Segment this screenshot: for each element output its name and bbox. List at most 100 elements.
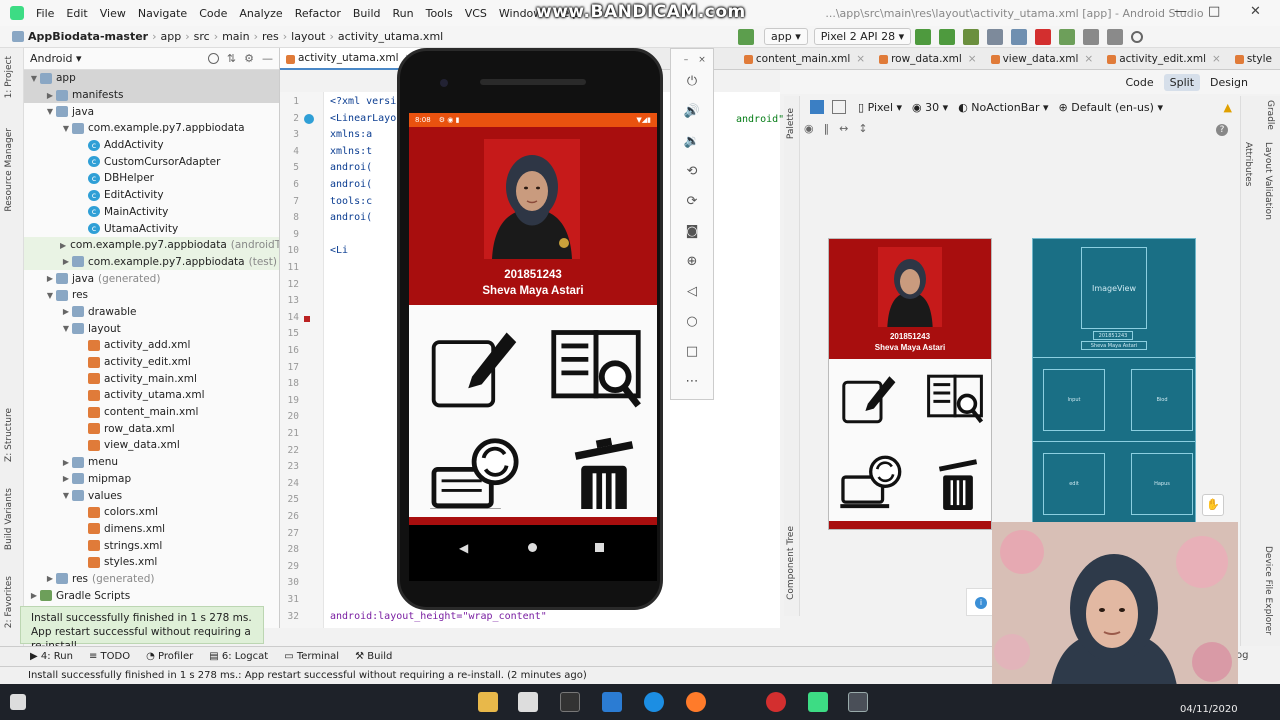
code-line[interactable]: androi( <box>330 162 372 173</box>
tab-build[interactable]: ⚒ Build <box>355 651 392 662</box>
module-select[interactable]: app ▾ <box>764 28 808 45</box>
tab-content-main[interactable]: content_main.xml × <box>738 48 873 70</box>
horizontal-resize-icon[interactable]: ↔ <box>839 122 848 135</box>
menu-run[interactable]: Run <box>387 7 420 20</box>
tree-item[interactable]: ▼ com.example.py7.appbiodata <box>24 120 279 137</box>
bandicam-icon[interactable] <box>766 692 786 712</box>
code-line[interactable]: xmlns:t <box>330 146 372 157</box>
code-line[interactable]: android:layout_height="wrap_content" <box>330 611 547 622</box>
chevron-down-icon[interactable]: ▼ <box>44 291 56 300</box>
tree-item[interactable]: ▶ manifests <box>24 86 279 104</box>
tree-item[interactable]: activity_edit.xml <box>24 354 279 371</box>
chevron-right-icon[interactable]: ▶ <box>60 241 66 250</box>
side-tab-gradle[interactable]: Gradle <box>1265 100 1275 130</box>
tree-item[interactable]: strings.xml <box>24 537 279 554</box>
gear-icon[interactable]: ⚙ <box>244 52 254 65</box>
tree-item[interactable]: styles.xml <box>24 554 279 571</box>
chevron-right-icon[interactable]: ▶ <box>60 307 72 316</box>
menu-build[interactable]: Build <box>347 7 387 20</box>
menu-edit-button[interactable] <box>421 425 531 509</box>
chevron-right-icon[interactable]: ▶ <box>60 458 72 467</box>
menu-tools[interactable]: Tools <box>420 7 459 20</box>
layout-marker-icon[interactable] <box>304 114 314 124</box>
tree-item[interactable]: c CustomCursorAdapter <box>24 153 279 170</box>
device-select[interactable]: ▯ Pixel ▾ <box>858 101 902 114</box>
menu-edit[interactable]: Edit <box>60 7 93 20</box>
rotate-left-icon[interactable]: ⟲ <box>683 163 701 181</box>
hammer-icon[interactable] <box>738 28 754 45</box>
breadcrumb-res[interactable]: res <box>262 30 279 43</box>
breadcrumb-layout[interactable]: layout <box>291 30 325 43</box>
tree-item[interactable]: content_main.xml <box>24 404 279 421</box>
blueprint-view[interactable]: ImageView 201851243 Sheva Maya Astari In… <box>1032 238 1196 530</box>
tree-item[interactable]: ▼ values <box>24 487 279 504</box>
chevron-right-icon[interactable]: ▶ <box>44 274 56 283</box>
apply-code-changes-icon[interactable] <box>939 28 956 45</box>
side-tab-layout-validation[interactable]: Layout Validation <box>1263 142 1273 220</box>
maximize-icon[interactable]: □ <box>1208 4 1220 19</box>
tree-item[interactable]: view_data.xml <box>24 437 279 454</box>
emulator-close-icon[interactable]: × <box>693 51 711 69</box>
side-tab-favorites[interactable]: 2: Favorites <box>4 576 14 628</box>
power-icon[interactable]: ⏻ <box>683 73 701 91</box>
breakpoint-marker[interactable] <box>304 316 310 322</box>
tree-item[interactable]: c MainActivity <box>24 204 279 221</box>
nav-back-icon[interactable]: ◀ <box>459 541 468 555</box>
side-tab-project[interactable]: 1: Project <box>4 56 14 98</box>
tree-item[interactable]: colors.xml <box>24 504 279 521</box>
profile-icon[interactable] <box>987 28 1004 45</box>
status-message[interactable]: Install successfully finished in 1 s 278… <box>28 670 587 681</box>
breadcrumb-file[interactable]: activity_utama.xml <box>338 30 443 43</box>
tree-item[interactable]: ▼ app <box>24 70 279 87</box>
tree-item[interactable]: ▶ mipmap <box>24 471 279 488</box>
tree-item[interactable]: activity_main.xml <box>24 370 279 387</box>
store-icon[interactable] <box>518 692 538 712</box>
minimize-icon[interactable]: — <box>1174 4 1187 19</box>
side-tab-resource-manager[interactable]: Resource Manager <box>4 128 14 212</box>
locale-select[interactable]: ⊕ Default (en-us) ▾ <box>1059 101 1163 114</box>
tree-item[interactable]: ▼ res <box>24 287 279 304</box>
file-explorer-icon[interactable] <box>478 692 498 712</box>
rotate-right-icon[interactable]: ⟳ <box>683 193 701 211</box>
camera-icon[interactable]: ◙ <box>683 223 701 241</box>
side-tab-build-variants[interactable]: Build Variants <box>4 488 14 550</box>
tree-item[interactable]: ▶ res (generated) <box>24 571 279 588</box>
device-select[interactable]: Pixel 2 API 28 ▾ <box>813 28 912 45</box>
tab-terminal[interactable]: ▭ Terminal <box>284 651 339 662</box>
chevron-right-icon[interactable]: ▶ <box>44 574 56 583</box>
project-view-select[interactable]: Android ▾ <box>30 52 82 65</box>
info-icon[interactable]: i <box>975 597 987 609</box>
menu-file[interactable]: File <box>30 7 60 20</box>
tree-item[interactable]: ▶ com.example.py7.appbiodata (test) <box>24 253 279 271</box>
side-tab-device-file-explorer[interactable]: Device File Explorer <box>1263 546 1273 635</box>
side-tab-structure[interactable]: Z: Structure <box>4 408 14 462</box>
zoom-icon[interactable]: ⊕ <box>683 253 701 271</box>
crosshair-icon[interactable] <box>207 53 219 64</box>
tree-item[interactable]: c EditActivity <box>24 187 279 204</box>
chevron-right-icon[interactable]: ▶ <box>44 91 56 100</box>
chevron-right-icon[interactable]: ▶ <box>60 474 72 483</box>
edge-icon[interactable] <box>644 692 664 712</box>
tree-item[interactable]: c AddActivity <box>24 137 279 154</box>
overview-icon[interactable]: □ <box>683 343 701 361</box>
pan-hand-icon[interactable]: ✋ <box>1202 494 1224 516</box>
nav-home-icon[interactable] <box>528 543 537 552</box>
breadcrumb-project[interactable]: AppBiodata-master <box>28 30 148 43</box>
tab-todo[interactable]: ≡ TODO <box>89 651 130 662</box>
tree-item[interactable]: c UtamaActivity <box>24 220 279 237</box>
tree-item[interactable]: activity_add.xml <box>24 337 279 354</box>
menu-code[interactable]: Code <box>193 7 233 20</box>
code-line[interactable]: <Li <box>330 245 348 256</box>
windows-start-icon[interactable] <box>10 694 26 710</box>
chevron-down-icon[interactable]: ▼ <box>60 124 72 133</box>
vertical-resize-icon[interactable]: ↕ <box>858 122 867 135</box>
palette-tab[interactable]: Palette <box>786 108 796 139</box>
component-tree-tab[interactable]: Component Tree <box>786 526 796 600</box>
chevron-down-icon[interactable]: ▼ <box>60 324 72 333</box>
tree-item[interactable]: ▶ menu <box>24 454 279 471</box>
breadcrumb-main[interactable]: main <box>222 30 249 43</box>
warning-icon[interactable]: ▲ <box>1224 101 1232 114</box>
chevron-down-icon[interactable]: ▼ <box>44 107 56 116</box>
breadcrumb-src[interactable]: src <box>194 30 210 43</box>
menu-analyze[interactable]: Analyze <box>233 7 288 20</box>
